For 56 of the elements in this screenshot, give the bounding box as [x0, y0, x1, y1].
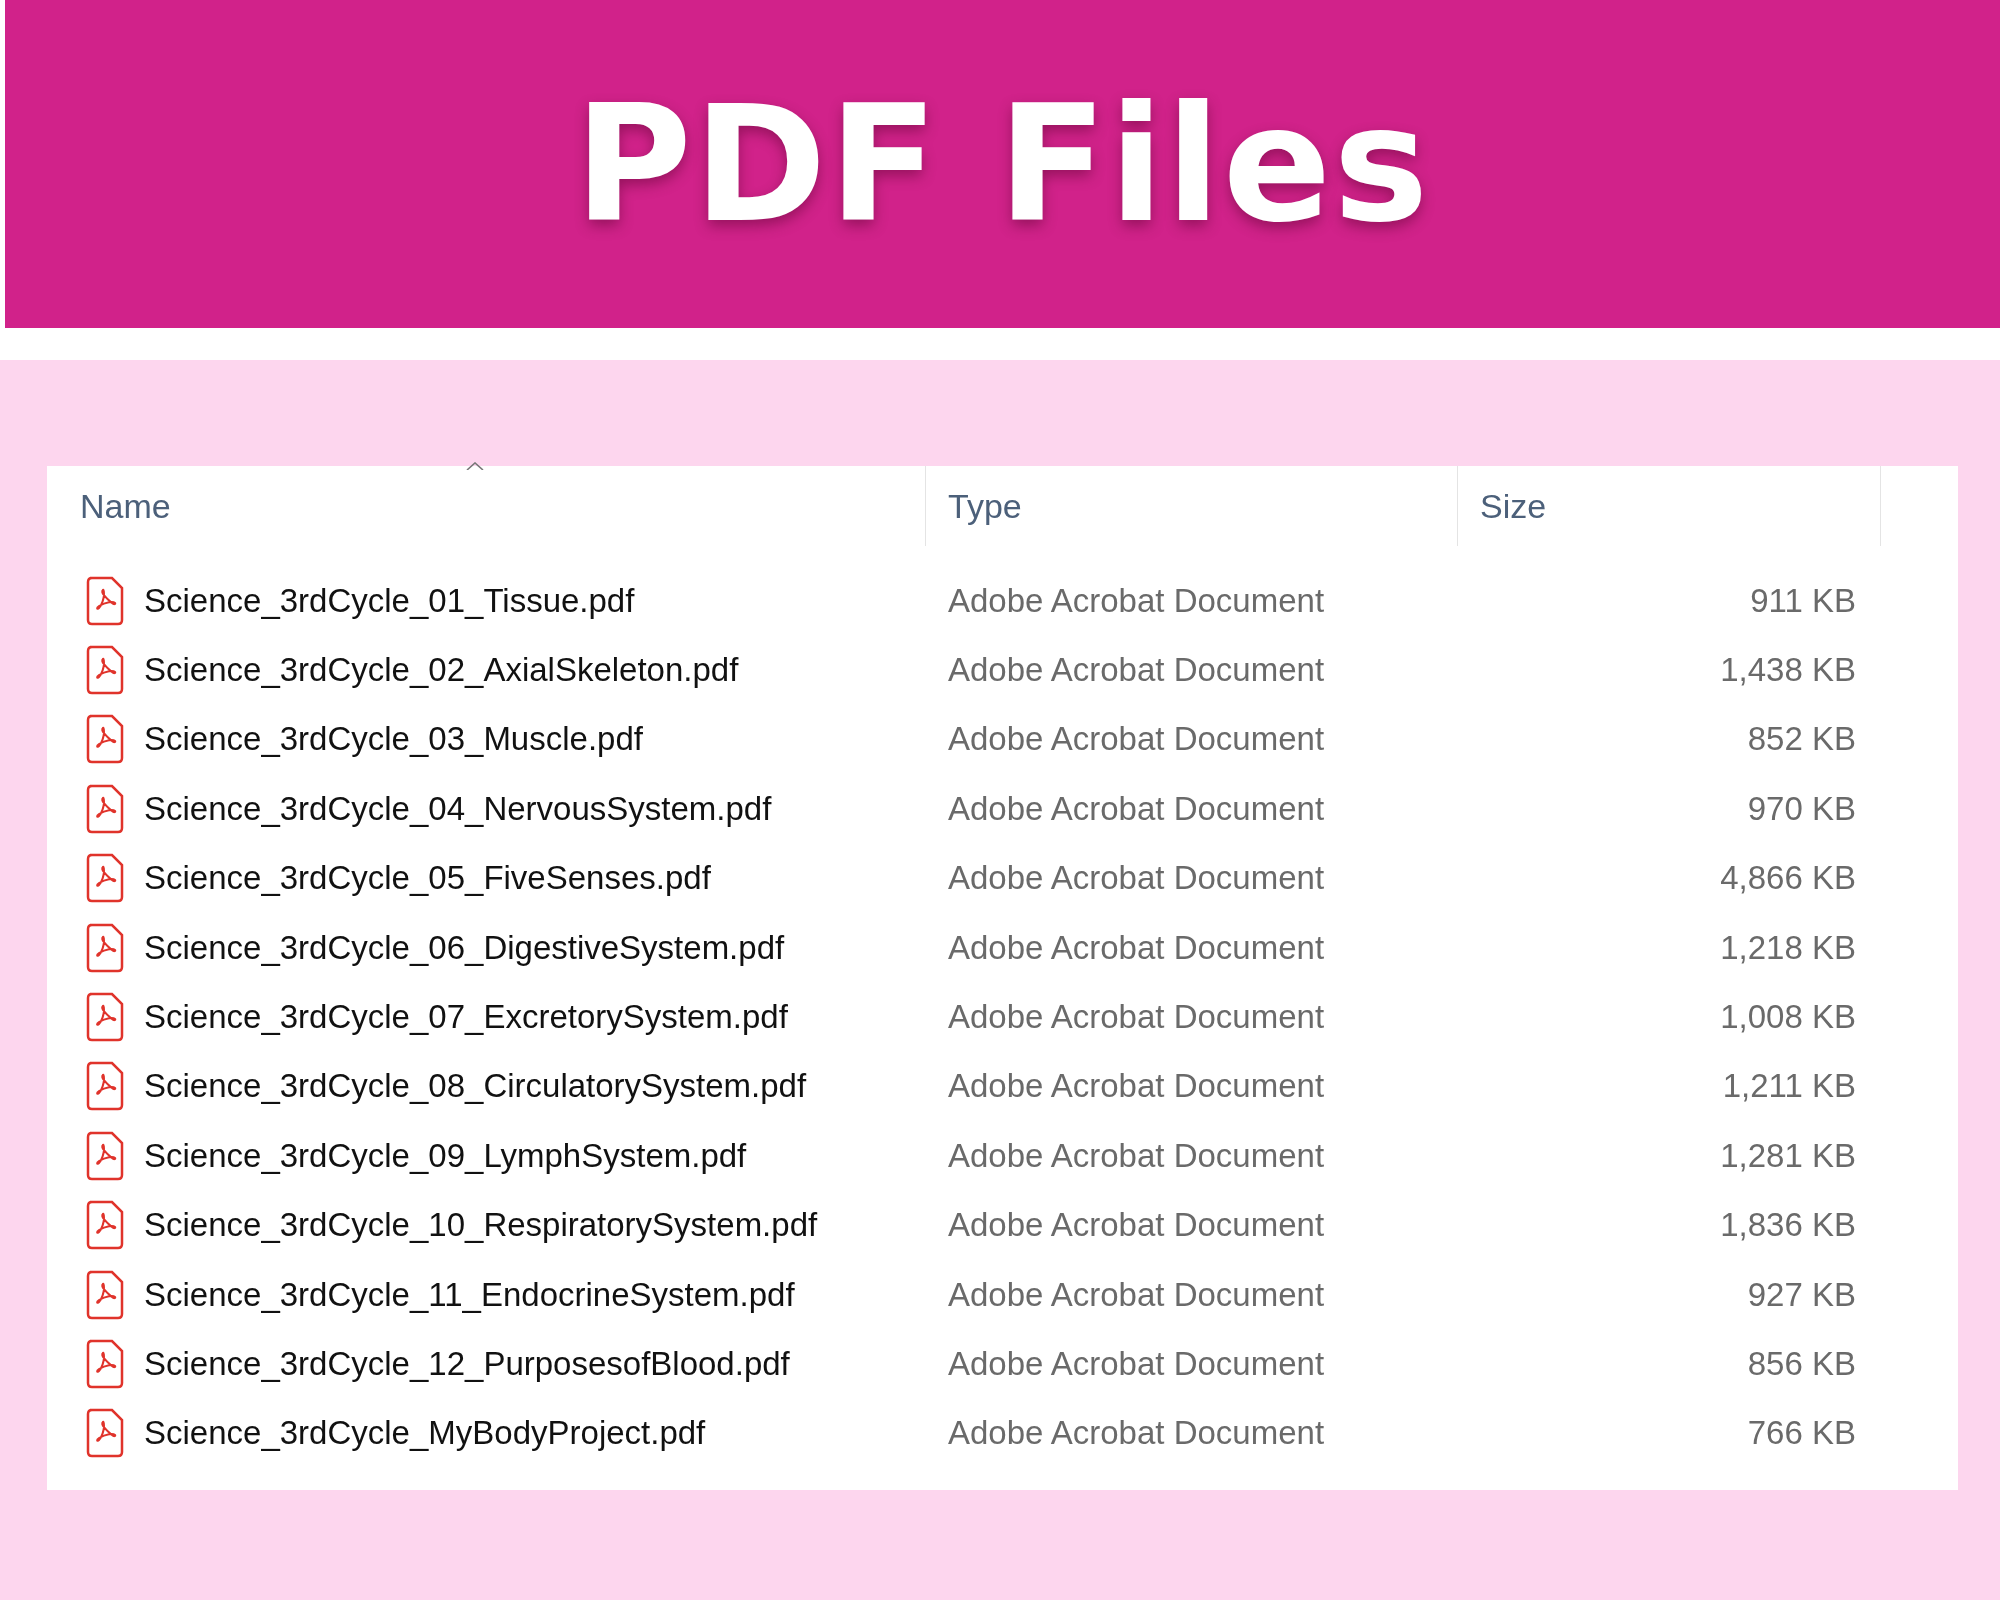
pdf-file-icon — [86, 992, 124, 1043]
file-size: 1,008 KB — [1720, 998, 1856, 1037]
column-header[interactable]: Size — [1480, 486, 1547, 526]
file-type: Adobe Acrobat Document — [948, 720, 1325, 759]
pdf-file-icon — [86, 1339, 124, 1389]
file-name[interactable]: Science_3rdCycle_09_LymphSystem.pdf — [144, 1136, 747, 1175]
file-size: 766 KB — [1747, 1414, 1856, 1453]
file-name[interactable]: Science_3rdCycle_12_PurposesofBlood.pdf — [144, 1345, 790, 1383]
file-size: 1,218 KB — [1720, 928, 1856, 967]
file-name[interactable]: Science_3rdCycle_07_ExcretorySystem.pdf — [144, 998, 788, 1037]
file-name[interactable]: Science_3rdCycle_04_NervousSystem.pdf — [144, 789, 772, 828]
file-type: Adobe Acrobat Document — [948, 1275, 1325, 1314]
file-name[interactable]: Science_3rdCycle_11_EndocrineSystem.pdf — [144, 1275, 795, 1314]
file-size: 1,438 KB — [1720, 651, 1856, 690]
pdf-file-icon — [86, 1061, 124, 1112]
column-header[interactable]: Type — [948, 486, 1022, 526]
pdf-file-icon — [86, 922, 124, 973]
pdf-file-icon — [86, 575, 124, 626]
column-header[interactable]: Name — [80, 486, 171, 526]
file-size: 911 KB — [1750, 581, 1856, 620]
file-type: Adobe Acrobat Document — [948, 789, 1325, 828]
file-type: Adobe Acrobat Document — [948, 859, 1325, 898]
pdf-file-icon — [86, 714, 124, 765]
file-name[interactable]: Science_3rdCycle_05_FiveSenses.pdf — [144, 859, 711, 898]
file-type: Adobe Acrobat Document — [948, 651, 1325, 690]
banner-title: PDF Files — [574, 70, 1431, 258]
pdf-file-icon — [86, 1200, 124, 1251]
file-size: 856 KB — [1747, 1345, 1856, 1383]
file-type: Adobe Acrobat Document — [948, 1067, 1325, 1106]
file-size: 1,281 KB — [1720, 1136, 1856, 1175]
file-name[interactable]: Science_3rdCycle_MyBodyProject.pdf — [144, 1414, 706, 1453]
file-size: 852 KB — [1747, 720, 1856, 759]
file-type: Adobe Acrobat Document — [948, 1206, 1325, 1245]
file-type: Adobe Acrobat Document — [948, 1345, 1325, 1383]
pdf-file-icon — [86, 645, 124, 696]
file-type: Adobe Acrobat Document — [948, 998, 1325, 1037]
file-name[interactable]: Science_3rdCycle_01_Tissue.pdf — [144, 581, 635, 620]
file-size: 1,211 KB — [1722, 1067, 1856, 1106]
pdf-file-icon — [86, 783, 124, 834]
file-size: 970 KB — [1747, 789, 1856, 828]
file-size: 4,866 KB — [1720, 859, 1856, 898]
file-name[interactable]: Science_3rdCycle_10_RespiratorySystem.pdf — [144, 1206, 818, 1245]
file-type: Adobe Acrobat Document — [948, 1136, 1325, 1175]
file-name[interactable]: Science_3rdCycle_02_AxialSkeleton.pdf — [144, 651, 739, 690]
file-size: 927 KB — [1747, 1275, 1856, 1314]
file-name[interactable]: Science_3rdCycle_06_DigestiveSystem.pdf — [144, 928, 785, 967]
file-size: 1,836 KB — [1720, 1206, 1856, 1245]
file-type: Adobe Acrobat Document — [948, 581, 1325, 620]
pdf-file-icon — [86, 1130, 124, 1181]
pdf-file-icon — [86, 853, 124, 904]
file-type: Adobe Acrobat Document — [948, 1414, 1325, 1453]
file-name[interactable]: Science_3rdCycle_08_CirculatorySystem.pdf — [144, 1067, 807, 1106]
pdf-file-icon — [86, 1269, 124, 1320]
pdf-file-icon — [86, 1408, 124, 1459]
file-name[interactable]: Science_3rdCycle_03_Muscle.pdf — [144, 720, 643, 759]
file-type: Adobe Acrobat Document — [948, 928, 1325, 967]
